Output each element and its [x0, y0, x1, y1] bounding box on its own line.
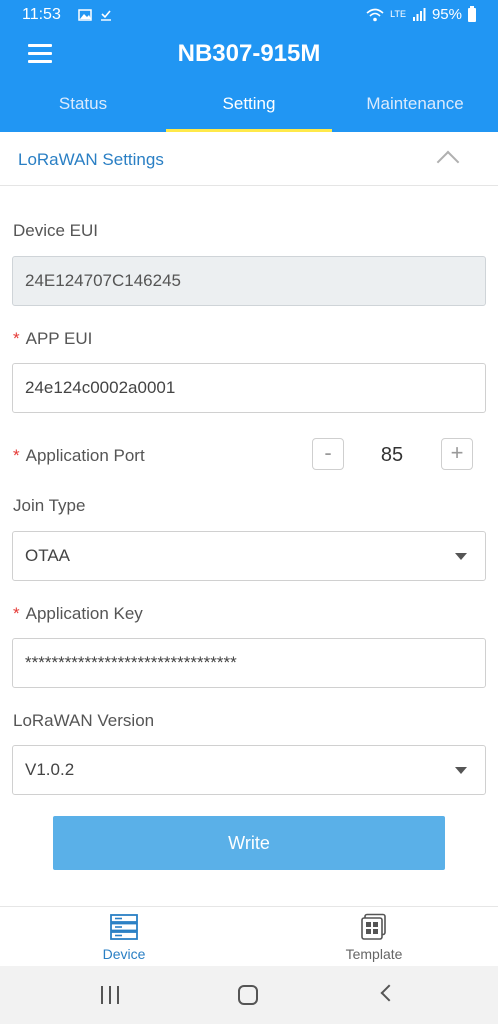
home-icon[interactable] [238, 985, 258, 1005]
join-type-value: OTAA [25, 546, 71, 565]
version-label: LoRaWAN Version [13, 711, 155, 730]
required-marker: * [13, 446, 20, 465]
app-title: NB307-915M [177, 40, 321, 67]
status-time: 11:53 [22, 6, 61, 23]
tab-bar: Status Setting Maintenance [0, 82, 498, 132]
nav-template[interactable]: Template [314, 913, 434, 962]
device-eui-label: Device EUI [13, 221, 99, 240]
app-bar: NB307-915M [0, 30, 498, 82]
chevron-up-icon[interactable] [436, 150, 460, 174]
lte-label: LTE [390, 9, 406, 19]
device-eui-field: 24E124707C146245 [12, 256, 486, 306]
tab-status[interactable]: Status [0, 82, 166, 132]
app-eui-input[interactable]: 24e124c0002a0001 [12, 363, 486, 413]
notification-icons [78, 6, 112, 22]
required-marker: * [13, 604, 20, 623]
battery-percent: 95% [431, 6, 462, 23]
nav-device[interactable]: Device [64, 913, 184, 962]
app-port-label: * Application Port [13, 446, 145, 465]
nav-template-label: Template [345, 946, 403, 962]
back-icon[interactable] [380, 984, 398, 1002]
gallery-icon [78, 9, 92, 22]
battery-icon [468, 5, 476, 22]
app-port-value[interactable]: 85 [360, 444, 424, 467]
app-key-label: * Application Key [13, 604, 143, 623]
join-type-select[interactable]: OTAA [12, 531, 486, 581]
tab-setting[interactable]: Setting [166, 82, 332, 132]
signal-icon [412, 7, 426, 21]
section-header[interactable]: LoRaWAN Settings [0, 134, 498, 186]
dropdown-arrow-icon [455, 767, 467, 774]
system-nav-bar [0, 966, 498, 1024]
template-icon [361, 913, 386, 940]
version-select[interactable]: V1.0.2 [12, 745, 486, 795]
dropdown-arrow-icon [455, 553, 467, 560]
status-right: LTE 95% [366, 5, 476, 23]
app-key-input[interactable]: ******************************** [12, 638, 486, 688]
nav-device-label: Device [102, 946, 146, 962]
tab-maintenance[interactable]: Maintenance [332, 82, 498, 132]
join-type-label: Join Type [13, 496, 86, 515]
write-button[interactable]: Write [53, 816, 445, 870]
decrement-button[interactable]: - [312, 438, 344, 470]
wifi-icon [366, 8, 384, 21]
required-marker: * [13, 329, 20, 348]
section-title: LoRaWAN Settings [18, 150, 164, 169]
recents-icon[interactable] [100, 986, 120, 1004]
app-eui-label: * APP EUI [13, 329, 93, 348]
version-value: V1.0.2 [25, 760, 75, 779]
download-done-icon [100, 10, 111, 21]
bottom-nav: Device Template [0, 906, 498, 966]
increment-button[interactable]: + [441, 438, 473, 470]
status-bar: 11:53 LTE 95% [0, 0, 498, 30]
server-icon [110, 914, 138, 940]
